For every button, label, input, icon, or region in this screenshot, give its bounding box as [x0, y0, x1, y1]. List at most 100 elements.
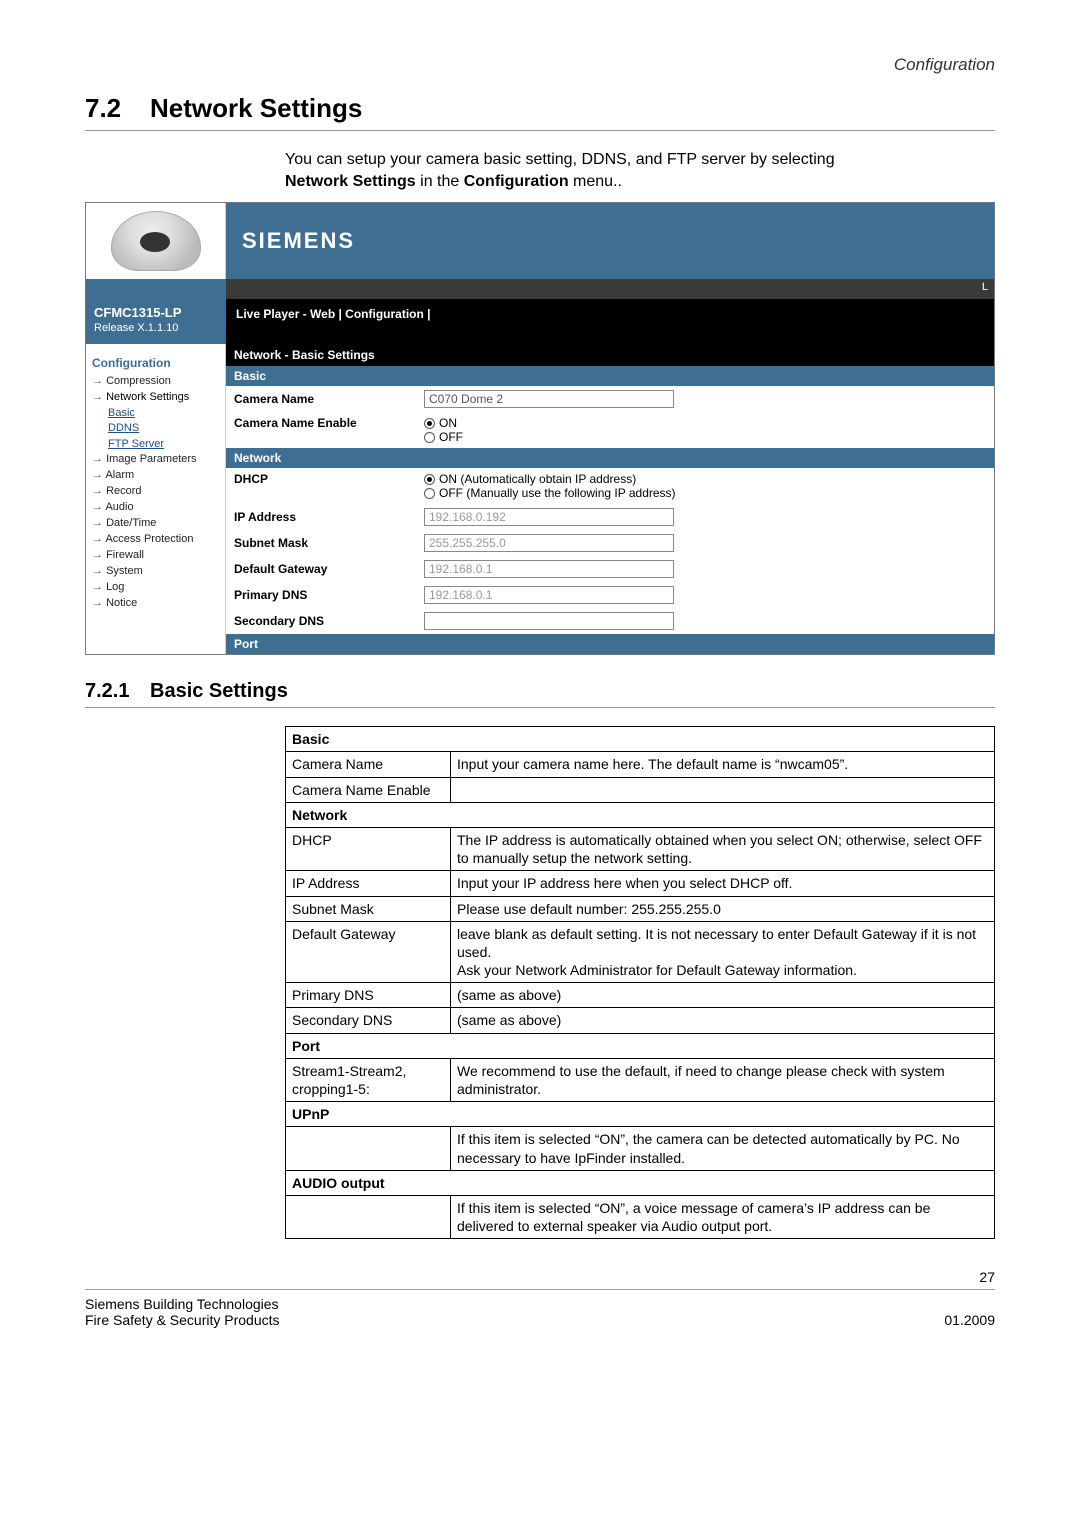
page-header-breadcrumb: Configuration	[85, 55, 995, 75]
release-label: Release X.1.1.10	[94, 322, 218, 334]
footer-divider	[85, 1289, 995, 1290]
table-cell-name	[286, 1127, 451, 1170]
sidebar-sub-basic[interactable]: Basic	[108, 406, 219, 421]
ip-address-input[interactable]	[424, 508, 674, 526]
description-table: BasicCamera NameInput your camera name h…	[285, 726, 995, 1239]
primary-dns-input[interactable]	[424, 586, 674, 604]
table-cell-name: Default Gateway	[286, 921, 451, 983]
table-cell-name: Primary DNS	[286, 983, 451, 1008]
sidebar-item-firewall[interactable]: Firewall	[92, 548, 219, 564]
sidebar-heading: Configuration	[92, 356, 219, 370]
default-gateway-input[interactable]	[424, 560, 674, 578]
section-title: Network Settings	[150, 93, 362, 124]
camera-name-enable-off-radio[interactable]	[424, 432, 435, 443]
table-row: Camera NameInput your camera name here. …	[286, 752, 995, 777]
camera-name-label: Camera Name	[234, 392, 424, 406]
table-cell-name: DHCP	[286, 827, 451, 870]
status-bar-right: L	[226, 279, 994, 299]
footer-division: Fire Safety & Security Products	[85, 1312, 280, 1328]
intro-bold-configuration: Configuration	[464, 173, 569, 190]
dhcp-off-label: OFF (Manually use the following IP addre…	[439, 486, 676, 500]
sidebar-item-notice[interactable]: Notice	[92, 596, 219, 612]
subsection-number: 7.2.1	[85, 680, 150, 703]
footer-date: 01.2009	[944, 1312, 995, 1328]
table-cell-name: Subnet Mask	[286, 896, 451, 921]
subnet-mask-input[interactable]	[424, 534, 674, 552]
page-number: 27	[85, 1269, 995, 1285]
table-cell-name: IP Address	[286, 871, 451, 896]
default-gateway-label: Default Gateway	[234, 562, 424, 576]
sidebar-item-alarm[interactable]: Alarm	[92, 468, 219, 484]
table-row: Default Gatewayleave blank as default se…	[286, 921, 995, 983]
sidebar-item-log[interactable]: Log	[92, 580, 219, 596]
table-cell-name: Stream1-Stream2, cropping1-5:	[286, 1058, 451, 1101]
section-bar-network: Network	[226, 448, 994, 468]
table-cell-desc: Please use default number: 255.255.255.0	[451, 896, 995, 921]
embedded-screenshot: SIEMENS L CFMC1315-LP Release X.1.1.10 L…	[85, 202, 995, 655]
on-label: ON	[439, 416, 457, 430]
footer-company: Siemens Building Technologies	[85, 1296, 279, 1312]
intro-line1: You can setup your camera basic setting,…	[285, 151, 835, 168]
secondary-dns-input[interactable]	[424, 612, 674, 630]
dhcp-off-radio[interactable]	[424, 488, 435, 499]
secondary-dns-label: Secondary DNS	[234, 614, 424, 628]
table-cell-desc: Input your IP address here when you sele…	[451, 871, 995, 896]
table-cell-name: Camera Name	[286, 752, 451, 777]
section-number: 7.2	[85, 93, 150, 124]
content-title: Network - Basic Settings	[226, 344, 994, 366]
section-divider	[85, 130, 995, 131]
brand-bar: SIEMENS	[226, 203, 994, 279]
table-cell-name: Secondary DNS	[286, 1008, 451, 1033]
table-cell-desc	[451, 777, 995, 802]
ui-breadcrumb: Live Player - Web | Configuration |	[226, 299, 994, 344]
sidebar-item-system[interactable]: System	[92, 564, 219, 580]
sidebar-sub-ftp-server[interactable]: FTP Server	[108, 437, 219, 452]
sidebar-sub-ddns[interactable]: DDNS	[108, 421, 219, 436]
table-row: Camera Name Enable	[286, 777, 995, 802]
table-cell-desc: We recommend to use the default, if need…	[451, 1058, 995, 1101]
table-group-head: UPnP	[286, 1102, 995, 1127]
intro-tail: menu..	[569, 173, 622, 190]
camera-name-enable-on-radio[interactable]	[424, 418, 435, 429]
off-label: OFF	[439, 430, 463, 444]
camera-thumbnail-cell	[86, 203, 226, 279]
table-cell-desc: If this item is selected “ON”, the camer…	[451, 1127, 995, 1170]
table-row: Primary DNS(same as above)	[286, 983, 995, 1008]
table-row: If this item is selected “ON”, a voice m…	[286, 1195, 995, 1238]
table-group-head: Port	[286, 1033, 995, 1058]
dhcp-label: DHCP	[234, 472, 424, 486]
sidebar-item-compression[interactable]: Compression	[92, 374, 219, 390]
dhcp-on-label: ON (Automatically obtain IP address)	[439, 472, 636, 486]
table-row: If this item is selected “ON”, the camer…	[286, 1127, 995, 1170]
sidebar-item-datetime[interactable]: Date/Time	[92, 516, 219, 532]
table-row: Stream1-Stream2, cropping1-5:We recommen…	[286, 1058, 995, 1101]
table-cell-name: Camera Name Enable	[286, 777, 451, 802]
ip-address-label: IP Address	[234, 510, 424, 524]
model-info-cell: CFMC1315-LP Release X.1.1.10	[86, 299, 226, 344]
table-group-head: Basic	[286, 727, 995, 752]
table-cell-desc: If this item is selected “ON”, a voice m…	[451, 1195, 995, 1238]
intro-paragraph: You can setup your camera basic setting,…	[285, 149, 995, 192]
sidebar-item-audio[interactable]: Audio	[92, 500, 219, 516]
sidebar-item-record[interactable]: Record	[92, 484, 219, 500]
sidebar-item-image-parameters[interactable]: Image Parameters	[92, 452, 219, 468]
sidebar-item-access-protection[interactable]: Access Protection	[92, 532, 219, 548]
table-cell-name	[286, 1195, 451, 1238]
table-cell-desc: leave blank as default setting. It is no…	[451, 921, 995, 983]
table-row: IP AddressInput your IP address here whe…	[286, 871, 995, 896]
table-cell-desc: Input your camera name here. The default…	[451, 752, 995, 777]
table-row: Subnet MaskPlease use default number: 25…	[286, 896, 995, 921]
camera-name-input[interactable]	[424, 390, 674, 408]
dhcp-on-radio[interactable]	[424, 474, 435, 485]
config-sidebar: Configuration Compression Network Settin…	[86, 344, 226, 654]
subsection-divider	[85, 707, 995, 708]
config-content-panel: Network - Basic Settings Basic Camera Na…	[226, 344, 994, 654]
primary-dns-label: Primary DNS	[234, 588, 424, 602]
intro-bold-network-settings: Network Settings	[285, 173, 416, 190]
table-row: DHCPThe IP address is automatically obta…	[286, 827, 995, 870]
sidebar-item-network-settings[interactable]: Network Settings	[92, 390, 219, 406]
intro-mid: in the	[416, 173, 464, 190]
table-row: Secondary DNS(same as above)	[286, 1008, 995, 1033]
subnet-mask-label: Subnet Mask	[234, 536, 424, 550]
camera-name-enable-label: Camera Name Enable	[234, 416, 424, 430]
